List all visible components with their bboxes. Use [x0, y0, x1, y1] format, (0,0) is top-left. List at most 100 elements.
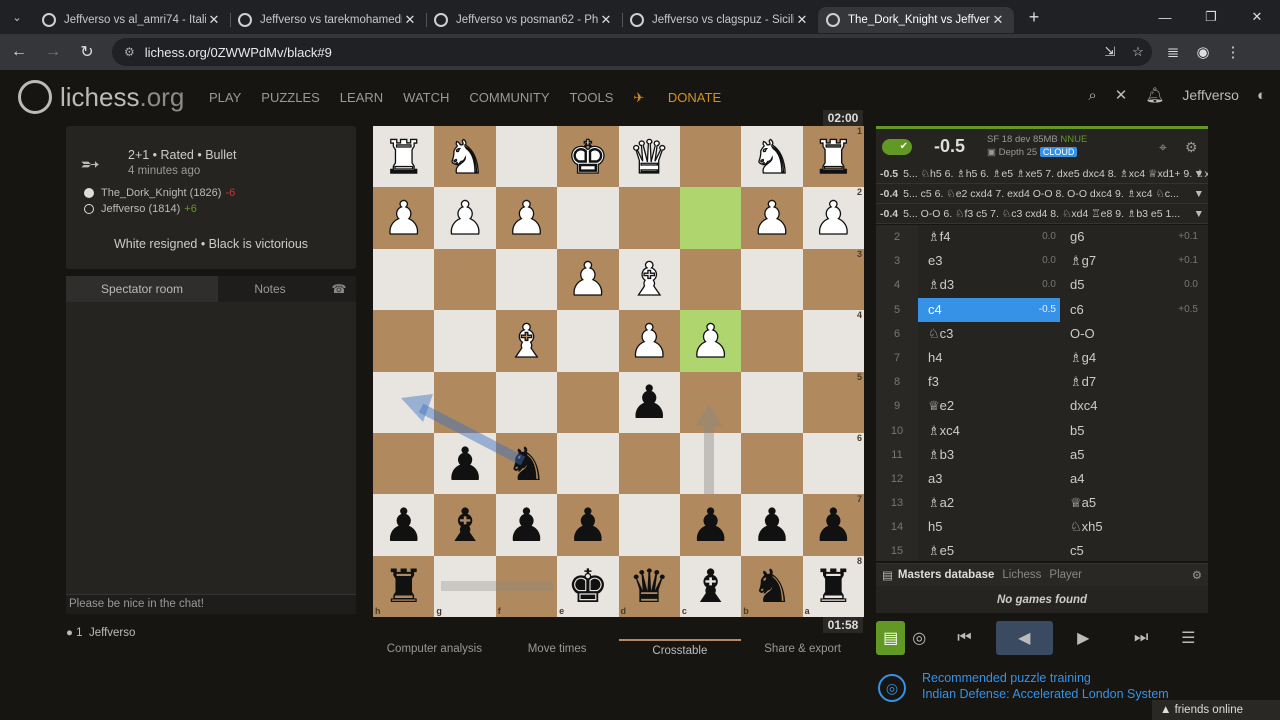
black-pawn-icon[interactable]: ♟ — [690, 502, 731, 548]
nav-puzzles[interactable]: PUZZLES — [261, 90, 320, 106]
white-move[interactable]: ♘c3 — [918, 322, 1060, 346]
tab-crosstable[interactable]: Crosstable — [618, 639, 742, 661]
menu-hamburger-icon[interactable]: ☰ — [1169, 621, 1208, 655]
board-square[interactable]: ♜ h — [373, 555, 435, 617]
board-square[interactable] — [434, 310, 496, 372]
board-square[interactable]: ♝ — [618, 248, 680, 311]
board-square[interactable]: ♞ — [434, 126, 496, 188]
nav-community[interactable]: COMMUNITY — [469, 90, 549, 106]
browser-tab[interactable]: Jeffverso vs al_amri74 - Italian G✕ — [34, 7, 230, 33]
black-move[interactable]: b5 — [1060, 419, 1202, 443]
board-square[interactable] — [434, 248, 496, 311]
move-list[interactable]: 2 ♗f4 0.0 g6 +0.1 3 e3 0.0 ♗g7 +0.1 4 ♗d3 0.0 d5 0.0 5 c… — [876, 225, 1208, 561]
board-square[interactable]: ♝ — [495, 310, 558, 372]
board-square[interactable]: ♟ — [741, 187, 803, 249]
white-move[interactable]: ♗d3 0.0 — [918, 273, 1060, 297]
black-move[interactable]: d5 0.0 — [1060, 273, 1202, 297]
user-status-icon[interactable]: ◐ — [1257, 87, 1266, 104]
board-square[interactable] — [679, 248, 742, 311]
board-square[interactable] — [557, 310, 619, 372]
board-square[interactable] — [741, 371, 803, 433]
white-bishop-icon[interactable]: ♝ — [628, 256, 671, 303]
white-pawn-icon[interactable]: ♟ — [567, 256, 610, 303]
chat-settings-icon[interactable]: ☎ — [322, 276, 356, 302]
line-expand-icon[interactable]: ▼ — [1194, 204, 1204, 223]
black-bishop-icon[interactable]: ♝ — [690, 563, 731, 609]
board-square[interactable]: ♜ — [373, 126, 435, 188]
swords-icon[interactable]: ✕ — [1115, 86, 1128, 104]
board-square[interactable]: ♚ e — [557, 555, 619, 617]
white-move[interactable]: ♗e5 — [918, 539, 1060, 561]
board-square[interactable] — [679, 126, 742, 188]
board-square[interactable] — [557, 187, 619, 249]
friends-online[interactable]: ▲ friends online — [1152, 700, 1280, 720]
puzzle-title[interactable]: Recommended puzzle training — [922, 671, 1091, 685]
browser-tab[interactable]: The_Dork_Knight vs Jeffverso -✕ — [818, 7, 1014, 33]
black-move[interactable]: a4 — [1060, 467, 1202, 491]
previous-move-icon[interactable]: ◀ — [995, 621, 1053, 655]
tab-move-times[interactable]: Move times — [496, 639, 619, 661]
board-square[interactable] — [557, 432, 619, 495]
engine-line[interactable]: -0.4 5... c5 6. ♘e2 cxd4 7. exd4 O-O 8. O… — [876, 184, 1208, 204]
board-square[interactable] — [741, 248, 803, 311]
white-knight-icon[interactable]: ♞ — [751, 133, 794, 180]
tab-computer-analysis[interactable]: Computer analysis — [373, 639, 496, 661]
white-pawn-icon[interactable]: ♟ — [505, 194, 548, 241]
close-window-icon[interactable]: ✕ — [1234, 0, 1280, 34]
line-expand-icon[interactable]: ▼ — [1194, 184, 1204, 203]
explorer-masters[interactable]: Masters database — [898, 569, 995, 581]
chess-board[interactable]: ♜ ♞ ♚ ♛ ♞ ♜ 1 ♟ ♟ ♟ ♟ ♟ 2 ♟ ♝ 3 ♝ ♟ ♟ 4 ♟ 5 ♟ ♞ 6 ♟ ♝ ♟ ♟ ♟ ♟ ♟ 7 ♜ h g f ♚ e ♛… — [373, 126, 864, 617]
tab-notes[interactable]: Notes — [218, 276, 322, 302]
tab-close-icon[interactable]: ✕ — [990, 12, 1006, 28]
chat-input[interactable]: Please be nice in the chat! — [66, 594, 356, 614]
black-pawn-icon[interactable]: ♟ — [567, 502, 608, 548]
black-queen-icon[interactable]: ♛ — [629, 563, 670, 609]
bookmark-star-icon[interactable]: ☆ — [1124, 44, 1152, 60]
explorer-toggle-icon[interactable]: ▤ — [876, 621, 906, 655]
black-rook-icon[interactable]: ♜ — [813, 563, 854, 609]
tab-close-icon[interactable]: ✕ — [794, 12, 810, 28]
white-knight-icon[interactable]: ♞ — [444, 133, 487, 180]
black-knight-icon[interactable]: ♞ — [751, 563, 792, 609]
board-square[interactable] — [495, 371, 558, 433]
search-icon[interactable]: ⌕ — [1088, 87, 1096, 104]
white-pawn-icon[interactable]: ♟ — [628, 317, 671, 364]
reload-icon[interactable]: ↻ — [72, 37, 102, 67]
board-square[interactable] — [557, 371, 619, 433]
black-pawn-icon[interactable]: ♟ — [751, 502, 792, 548]
white-move[interactable]: ♕e2 — [918, 394, 1060, 418]
board-square[interactable]: ♟ 2 — [802, 187, 864, 249]
board-square[interactable]: ♛ — [618, 126, 680, 188]
white-pawn-icon[interactable]: ♟ — [444, 194, 487, 241]
nav-donate[interactable]: ✈ DONATE — [633, 90, 741, 106]
black-rook-icon[interactable]: ♜ — [383, 563, 424, 609]
board-square[interactable]: 4 — [802, 310, 864, 372]
black-move[interactable]: ♗g4 — [1060, 346, 1202, 370]
board-square[interactable]: ♟ — [373, 494, 435, 556]
black-bishop-icon[interactable]: ♝ — [444, 502, 485, 548]
white-move[interactable]: ♗f4 0.0 — [918, 225, 1060, 249]
board-square[interactable]: ♜ 8 a — [802, 555, 864, 617]
browser-tab[interactable]: Jeffverso vs posman62 - Philido✕ — [426, 7, 622, 33]
target-icon[interactable]: ⌖ — [1159, 139, 1167, 156]
nav-learn[interactable]: LEARN — [340, 90, 383, 106]
puzzle-opening[interactable]: Indian Defense: Accelerated London Syste… — [922, 687, 1169, 701]
white-move[interactable]: f3 — [918, 370, 1060, 394]
black-move[interactable]: O-O — [1060, 322, 1202, 346]
board-square[interactable] — [495, 248, 558, 311]
tab-close-icon[interactable]: ✕ — [598, 12, 614, 28]
white-queen-icon[interactable]: ♛ — [628, 133, 671, 180]
address-bar[interactable]: ⚙ lichess.org/0ZWWPdMv/black#9 ⇲ ☆ — [112, 38, 1152, 66]
board-square[interactable] — [434, 371, 496, 433]
board-square[interactable] — [618, 187, 680, 249]
board-square[interactable] — [373, 248, 435, 311]
board-square[interactable]: ♟ — [434, 187, 496, 249]
white-rook-icon[interactable]: ♜ — [812, 133, 855, 180]
board-square[interactable]: ♟ 7 — [802, 494, 864, 556]
explorer-settings-icon[interactable]: ⚙ — [1192, 568, 1202, 582]
white-rook-icon[interactable]: ♜ — [382, 133, 425, 180]
back-icon[interactable]: ← — [4, 37, 34, 67]
profile-icon[interactable]: ◉ — [1188, 43, 1218, 61]
menu-icon[interactable]: ⋮ — [1218, 43, 1248, 61]
black-pawn-icon[interactable]: ♟ — [444, 441, 485, 487]
